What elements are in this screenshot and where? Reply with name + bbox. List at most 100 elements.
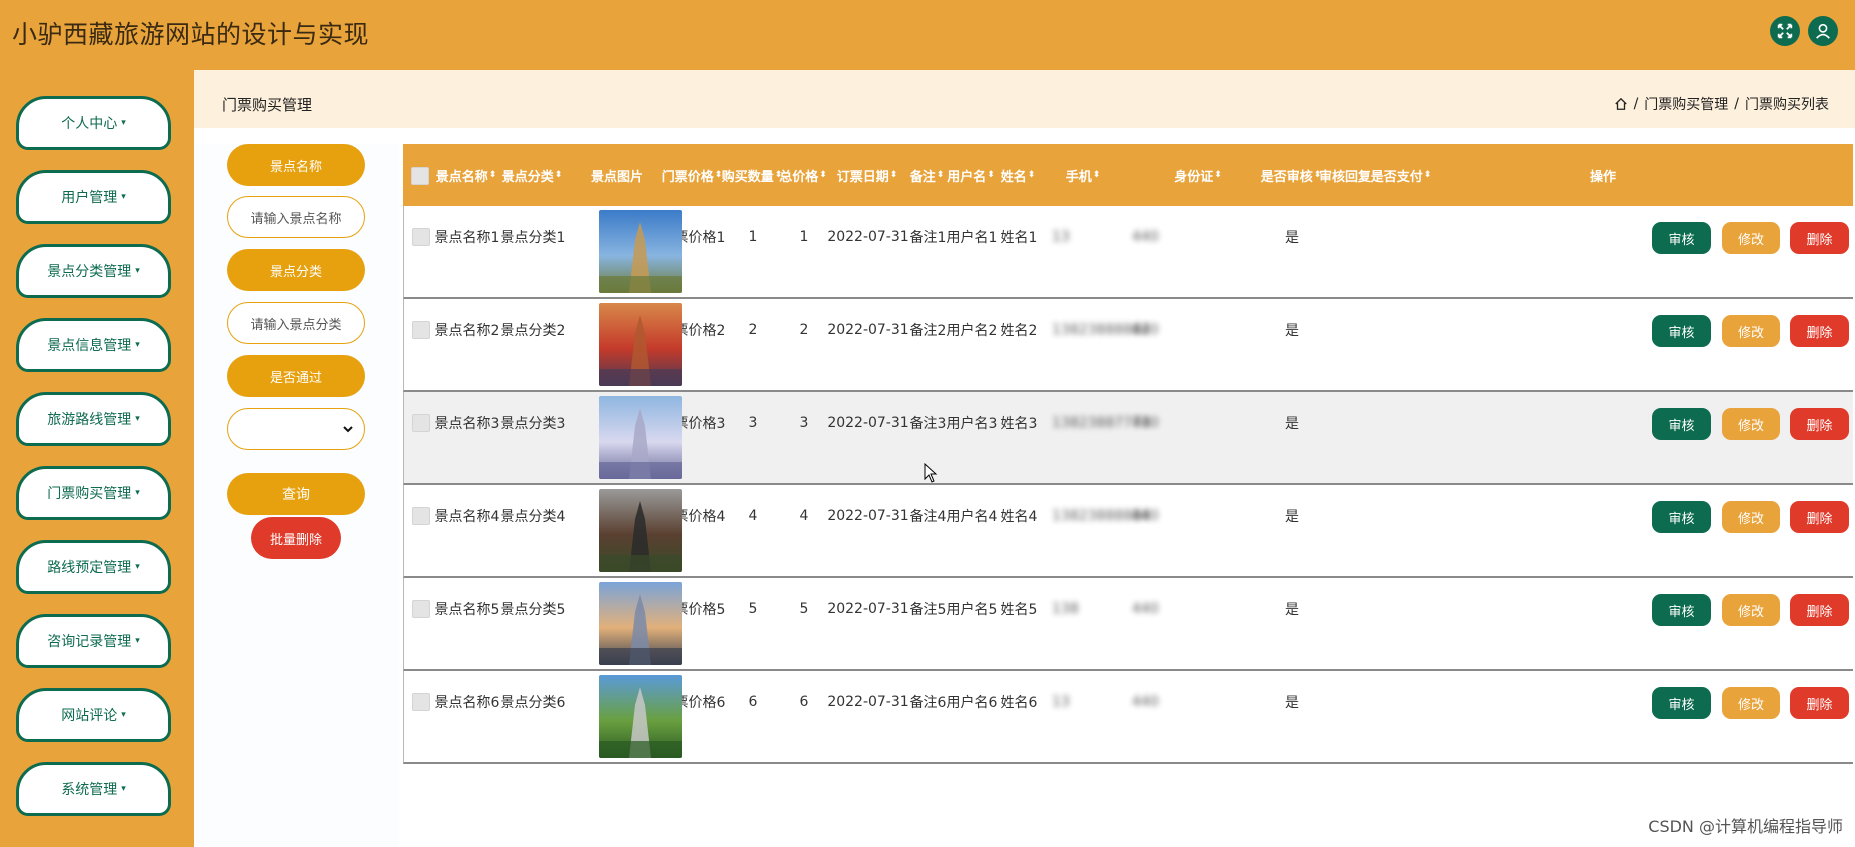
edit-button[interactable]: 修改 — [1722, 687, 1780, 719]
sort-icon[interactable]: ⬍ — [1424, 170, 1432, 180]
column-header[interactable]: 用户名 ⬍ — [943, 144, 999, 206]
scenic-thumbnail[interactable] — [599, 210, 682, 293]
scenic-thumbnail[interactable] — [599, 675, 682, 758]
edit-button[interactable]: 修改 — [1722, 222, 1780, 254]
select-all-checkbox[interactable] — [411, 167, 429, 185]
sidebar-item-scenic-category[interactable]: 景点分类管理 ▾ — [16, 244, 171, 298]
column-header[interactable]: 门票价格 ⬍ — [661, 144, 723, 206]
cell-name: 景点名称1 — [434, 230, 500, 246]
row-checkbox[interactable] — [412, 507, 430, 525]
delete-button[interactable]: 删除 — [1790, 408, 1849, 440]
scenic-thumbnail[interactable] — [599, 396, 682, 479]
table-row[interactable]: 景点名称1 景点分类1 门票价格1 1 1 2022-07-31 备注1 用户名1 姓名1 13 4… — [403, 206, 1853, 299]
passed-select[interactable] — [227, 408, 365, 450]
sidebar-item-routes[interactable]: 旅游路线管理 ▾ — [16, 392, 171, 446]
cell-total: 4 — [799, 508, 809, 524]
sidebar-item-route-booking[interactable]: 路线预定管理 ▾ — [16, 540, 171, 594]
column-header-label: 姓名 — [1000, 169, 1027, 185]
sort-icon[interactable]: ⬍ — [555, 170, 563, 180]
sidebar-item-system[interactable]: 系统管理 ▾ — [16, 762, 171, 816]
column-header[interactable]: 是否审核 ⬍ — [1260, 144, 1322, 206]
column-header[interactable]: 景点名称 ⬍ — [433, 144, 499, 206]
table-row[interactable]: 景点名称6 景点分类6 门票价格6 6 6 2022-07-31 备注6 用户名6 姓名6 13 4… — [403, 671, 1853, 764]
column-header-label: 景点分类 — [501, 169, 554, 185]
scenic-thumbnail[interactable] — [599, 489, 682, 572]
column-header[interactable]: 订票日期 ⬍ — [823, 144, 911, 206]
fullscreen-button[interactable] — [1770, 16, 1800, 46]
column-header-label: 是否审核 — [1260, 169, 1313, 185]
sidebar-item-scenic-info[interactable]: 景点信息管理 ▾ — [16, 318, 171, 372]
column-header[interactable]: 姓名 ⬍ — [998, 144, 1038, 206]
table-row[interactable]: 景点名称5 景点分类5 门票价格5 5 5 2022-07-31 备注5 用户名5 姓名5 138… — [403, 578, 1853, 671]
cell-audited: 是 — [1285, 602, 1299, 618]
sort-icon[interactable]: ⬍ — [1028, 170, 1036, 180]
sidebar-item-consult[interactable]: 咨询记录管理 ▾ — [16, 614, 171, 668]
cell-total: 1 — [799, 229, 809, 245]
sidebar-item-profile[interactable]: 个人中心 ▾ — [16, 96, 171, 150]
column-header[interactable]: 总价格 ⬍ — [779, 144, 827, 206]
breadcrumb-item[interactable]: 门票购买管理 — [1644, 94, 1728, 114]
edit-button[interactable]: 修改 — [1722, 594, 1780, 626]
table-row[interactable]: 景点名称3 景点分类3 门票价格3 3 3 2022-07-31 备注3 用户名3 姓名3 138… — [403, 392, 1853, 485]
sort-icon[interactable]: ⬍ — [987, 170, 995, 180]
search-button[interactable]: 查询 — [227, 473, 365, 515]
chevron-down-icon: ▾ — [135, 562, 140, 572]
delete-button[interactable]: 删除 — [1790, 687, 1849, 719]
scenic-thumbnail[interactable] — [599, 303, 682, 386]
column-header[interactable]: 身份证 ⬍ — [1123, 144, 1273, 206]
column-header[interactable]: 购买数量 ⬍ — [722, 144, 783, 206]
audit-button[interactable]: 审核 — [1652, 594, 1711, 626]
chevron-down-icon: ▾ — [135, 266, 140, 276]
column-header-label: 手机 — [1065, 169, 1092, 185]
sidebar-item-label: 路线预定管理 — [47, 560, 132, 576]
delete-button[interactable]: 删除 — [1790, 222, 1849, 254]
column-header[interactable]: 手机 ⬍ — [1043, 144, 1123, 206]
row-checkbox[interactable] — [412, 228, 430, 246]
sidebar: 个人中心 ▾ 用户管理 ▾ 景点分类管理 ▾ 景点信息管理 ▾ 旅游路线管理 ▾ 门票购买… — [0, 70, 192, 847]
user-menu-button[interactable] — [1808, 16, 1838, 46]
table-row[interactable]: 景点名称4 景点分类4 门票价格4 4 4 2022-07-31 备注4 用户名4 姓名4 138… — [403, 485, 1853, 578]
sort-icon[interactable]: ⬍ — [1214, 170, 1222, 180]
row-checkbox[interactable] — [412, 414, 430, 432]
edit-button[interactable]: 修改 — [1722, 501, 1780, 533]
audit-button[interactable]: 审核 — [1652, 222, 1711, 254]
row-checkbox[interactable] — [412, 693, 430, 711]
scenic-thumbnail[interactable] — [599, 582, 682, 665]
delete-button[interactable]: 删除 — [1790, 315, 1849, 347]
delete-button[interactable]: 删除 — [1790, 501, 1849, 533]
cell-qty: 6 — [748, 694, 758, 710]
edit-button[interactable]: 修改 — [1722, 315, 1780, 347]
audit-button[interactable]: 审核 — [1652, 501, 1711, 533]
sort-icon[interactable]: ⬍ — [890, 170, 898, 180]
cell-name: 景点名称4 — [434, 509, 500, 525]
home-icon[interactable] — [1614, 97, 1628, 111]
sort-icon[interactable]: ⬍ — [489, 170, 497, 180]
batch-delete-button[interactable]: 批量删除 — [251, 517, 341, 559]
cell-username: 用户名1 — [946, 230, 998, 246]
column-header[interactable]: 景点分类 ⬍ — [499, 144, 565, 206]
edit-button[interactable]: 修改 — [1722, 408, 1780, 440]
sidebar-item-comments[interactable]: 网站评论 ▾ — [16, 688, 171, 742]
column-header[interactable]: 是否支付 ⬍ — [1371, 144, 1432, 206]
delete-button[interactable]: 删除 — [1790, 594, 1849, 626]
row-checkbox[interactable] — [412, 321, 430, 339]
audit-button[interactable]: 审核 — [1652, 687, 1711, 719]
sidebar-item-tickets[interactable]: 门票购买管理 ▾ — [16, 466, 171, 520]
cell-username: 用户名2 — [946, 323, 998, 339]
cell-phone: 13823888882 — [1052, 322, 1150, 338]
audit-button[interactable]: 审核 — [1652, 315, 1711, 347]
chevron-down-icon: ▾ — [121, 192, 126, 202]
scenic-name-input[interactable]: 请输入景点名称 — [227, 196, 365, 238]
chevron-down-icon: ▾ — [121, 710, 126, 720]
table-row[interactable]: 景点名称2 景点分类2 门票价格2 2 2 2022-07-31 备注2 用户名2 姓名2 138… — [403, 299, 1853, 392]
breadcrumb: / 门票购买管理 / 门票购买列表 — [1614, 94, 1829, 114]
column-header-label: 景点名称 — [435, 169, 488, 185]
audit-button[interactable]: 审核 — [1652, 408, 1711, 440]
sidebar-item-label: 门票购买管理 — [47, 486, 132, 502]
sort-icon[interactable]: ⬍ — [1093, 170, 1101, 180]
sidebar-item-users[interactable]: 用户管理 ▾ — [16, 170, 171, 224]
cell-phone: 13823887773 — [1052, 415, 1150, 431]
sidebar-item-label: 景点分类管理 — [47, 264, 132, 280]
row-checkbox[interactable] — [412, 600, 430, 618]
scenic-category-input[interactable]: 请输入景点分类 — [227, 302, 365, 344]
